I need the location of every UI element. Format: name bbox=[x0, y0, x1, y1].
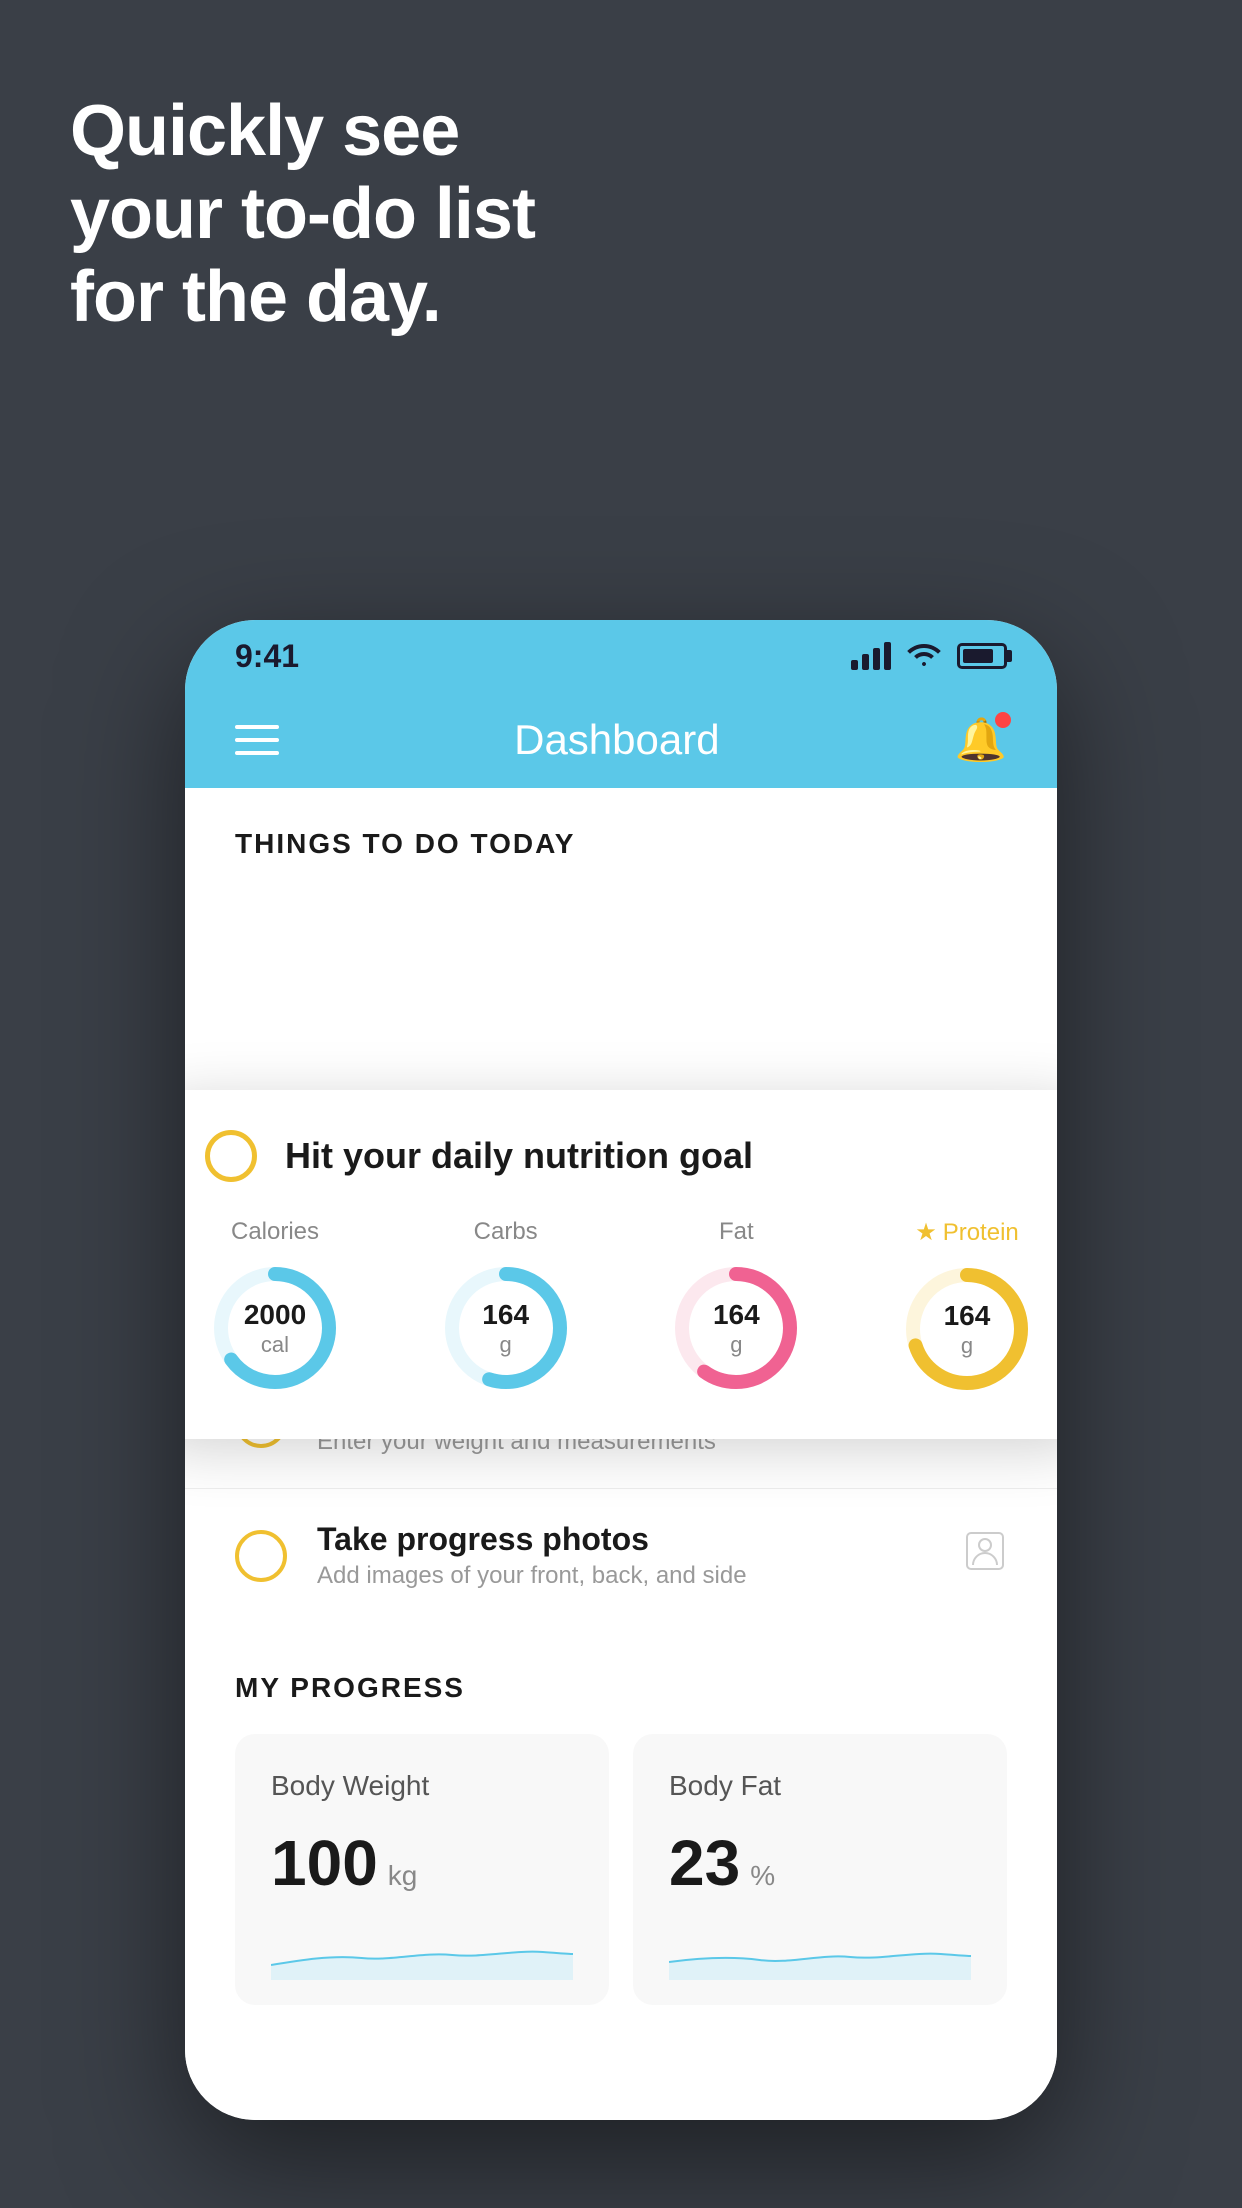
carbs-stat: Carbs 164 g bbox=[436, 1218, 576, 1399]
body-weight-chart bbox=[271, 1930, 573, 1980]
protein-donut: 164 g bbox=[897, 1259, 1037, 1399]
progress-header: MY PROGRESS bbox=[235, 1672, 1007, 1704]
my-progress-section: MY PROGRESS Body Weight 100 kg Bod bbox=[185, 1622, 1057, 2035]
nutrition-stats: Calories 2000 cal bbox=[205, 1218, 1037, 1399]
phone-content: THINGS TO DO TODAY Hit your daily nutrit… bbox=[185, 788, 1057, 2120]
hero-text: Quickly see your to-do list for the day. bbox=[70, 90, 535, 338]
person-icon bbox=[963, 1529, 1007, 1582]
nutrition-card-title: Hit your daily nutrition goal bbox=[285, 1135, 753, 1177]
photos-check-circle[interactable] bbox=[235, 1530, 287, 1582]
body-fat-title: Body Fat bbox=[669, 1770, 971, 1802]
status-icons bbox=[851, 640, 1007, 673]
app-title: Dashboard bbox=[514, 716, 719, 764]
fat-stat: Fat 164 g bbox=[666, 1218, 806, 1399]
status-bar: 9:41 bbox=[185, 620, 1057, 692]
wifi-icon bbox=[907, 640, 941, 673]
nutrition-card: Hit your daily nutrition goal Calories 2 bbox=[185, 1090, 1057, 1439]
body-weight-unit: kg bbox=[388, 1860, 418, 1892]
body-fat-chart bbox=[669, 1930, 971, 1980]
notification-badge bbox=[995, 712, 1011, 728]
photos-title: Take progress photos bbox=[317, 1521, 933, 1558]
notification-button[interactable]: 🔔 bbox=[955, 716, 1007, 765]
photos-text: Take progress photos Add images of your … bbox=[317, 1521, 933, 1590]
phone-mockup: 9:41 Dashboard bbox=[185, 620, 1057, 2120]
body-weight-card[interactable]: Body Weight 100 kg bbox=[235, 1734, 609, 2005]
todo-item-photos[interactable]: Take progress photos Add images of your … bbox=[185, 1488, 1057, 1622]
carbs-donut: 164 g bbox=[436, 1258, 576, 1398]
protein-stat: ★ Protein 164 g bbox=[897, 1218, 1037, 1399]
calories-label: Calories bbox=[231, 1218, 319, 1246]
battery-icon bbox=[957, 643, 1007, 669]
fat-label: Fat bbox=[719, 1218, 754, 1246]
body-fat-value: 23 bbox=[669, 1826, 740, 1900]
body-weight-value: 100 bbox=[271, 1826, 378, 1900]
carbs-label: Carbs bbox=[474, 1218, 538, 1246]
progress-cards: Body Weight 100 kg Body Fat 23 % bbox=[235, 1734, 1007, 2005]
nutrition-check-circle[interactable] bbox=[205, 1130, 257, 1182]
photos-subtitle: Add images of your front, back, and side bbox=[317, 1562, 933, 1590]
body-weight-title: Body Weight bbox=[271, 1770, 573, 1802]
body-fat-unit: % bbox=[750, 1860, 775, 1892]
status-time: 9:41 bbox=[235, 638, 299, 675]
calories-donut: 2000 cal bbox=[205, 1258, 345, 1398]
calories-stat: Calories 2000 cal bbox=[205, 1218, 345, 1399]
body-fat-card[interactable]: Body Fat 23 % bbox=[633, 1734, 1007, 2005]
protein-label: ★ Protein bbox=[915, 1218, 1019, 1247]
things-to-do-header: THINGS TO DO TODAY bbox=[185, 788, 1057, 880]
app-header: Dashboard 🔔 bbox=[185, 692, 1057, 788]
star-icon: ★ bbox=[915, 1218, 937, 1247]
signal-icon bbox=[851, 642, 891, 670]
fat-donut: 164 g bbox=[666, 1258, 806, 1398]
menu-button[interactable] bbox=[235, 725, 279, 755]
